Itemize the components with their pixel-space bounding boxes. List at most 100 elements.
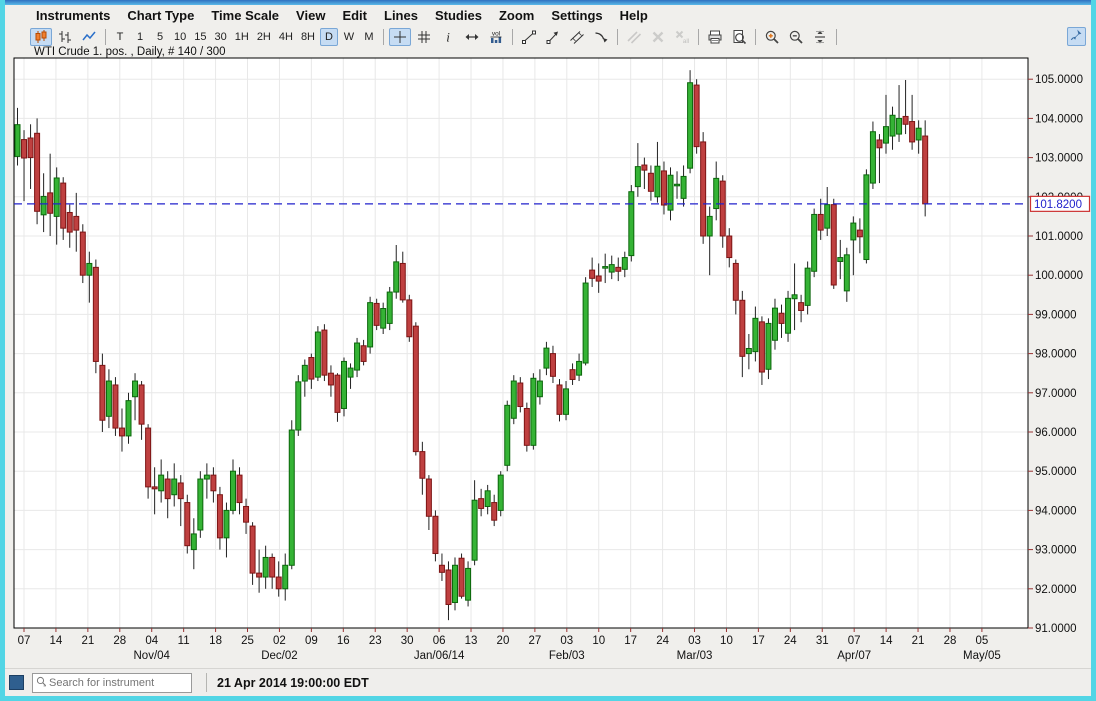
candle-up (864, 175, 869, 260)
date-axis-label: 17 (624, 635, 637, 647)
pin-window-button[interactable] (1067, 27, 1086, 46)
volume-button[interactable]: vol (485, 28, 507, 46)
crosshair-button[interactable] (389, 28, 411, 46)
info-button[interactable]: i (437, 28, 459, 46)
candlestick-chart-button[interactable] (30, 28, 52, 46)
menu-item-chart-type[interactable]: Chart Type (127, 8, 194, 23)
candle-down (250, 526, 255, 573)
tf-15min-button[interactable]: 15 (191, 28, 209, 46)
tf-4hour-button[interactable]: 4H (276, 28, 296, 46)
line-chart-button[interactable] (78, 28, 100, 46)
ohlc-bars-chart-button[interactable] (54, 28, 76, 46)
tf-1min-button[interactable]: 1 (131, 28, 149, 46)
date-axis-label: 31 (816, 635, 829, 647)
candle-up (87, 263, 92, 275)
candle-down (492, 503, 497, 521)
candle-down (459, 558, 464, 596)
tf-daily-button[interactable]: D (320, 28, 338, 46)
window-left-border (0, 0, 5, 701)
candle-up (204, 475, 209, 479)
print-button[interactable] (704, 28, 726, 46)
date-axis-label: 07 (848, 635, 861, 647)
candle-up (537, 381, 542, 397)
candle-down (426, 479, 431, 516)
ohlc-bars-chart-icon (57, 29, 73, 45)
tf-30min-button[interactable]: 30 (212, 28, 230, 46)
candle-down (524, 408, 529, 445)
price-axis[interactable]: 105.0000104.0000103.0000102.0000101.0000… (1028, 74, 1083, 635)
candle-up (531, 378, 536, 445)
candle-up (224, 510, 229, 537)
candle-up (159, 475, 164, 491)
candle-up (505, 405, 510, 465)
delete-all-lines-icon: all (674, 29, 690, 45)
draw-ray-button[interactable] (542, 28, 564, 46)
candle-up (825, 205, 830, 229)
candle-up (772, 308, 777, 340)
tf-8hour-button[interactable]: 8H (298, 28, 318, 46)
delete-line-button[interactable] (647, 28, 669, 46)
tf-monthly-button[interactable]: M (360, 28, 378, 46)
candle-up (629, 192, 634, 256)
time-axis[interactable]: 0714212804111825020916233006132027031017… (18, 628, 1001, 662)
menu-item-studies[interactable]: Studies (435, 8, 482, 23)
crosshair-icon (392, 29, 408, 45)
search-input[interactable] (47, 676, 188, 690)
candle-down (152, 487, 157, 489)
svg-text:i: i (446, 29, 450, 44)
candle-down (413, 326, 418, 451)
price-chart[interactable]: 105.0000104.0000103.0000102.0000101.0000… (0, 0, 1096, 701)
price-axis-label: 104.0000 (1035, 113, 1083, 125)
candle-down (139, 385, 144, 424)
menu-item-view[interactable]: View (296, 8, 325, 23)
print-preview-button[interactable] (728, 28, 750, 46)
date-axis-label: 13 (465, 635, 478, 647)
menu-bar: Instruments Chart Type Time Scale View Edit L… (5, 5, 1091, 26)
fit-vertical-button[interactable] (809, 28, 831, 46)
candle-up (675, 184, 680, 186)
tf-10min-button[interactable]: 10 (171, 28, 189, 46)
candle-up (348, 368, 353, 377)
menu-item-edit[interactable]: Edit (342, 8, 367, 23)
delete-all-lines-button[interactable]: all (671, 28, 693, 46)
draw-arrow-button[interactable] (590, 28, 612, 46)
candle-down (661, 171, 666, 205)
draw-channel-button[interactable] (566, 28, 588, 46)
date-axis-label: 25 (241, 635, 254, 647)
delete-line-icon (650, 29, 666, 45)
menu-item-settings[interactable]: Settings (551, 8, 602, 23)
month-axis-label: Nov/04 (134, 650, 171, 662)
menu-item-help[interactable]: Help (620, 8, 648, 23)
horizontal-scroll-button[interactable] (461, 28, 483, 46)
menu-item-time-scale[interactable]: Time Scale (211, 8, 279, 23)
tf-weekly-button[interactable]: W (340, 28, 358, 46)
candle-down (799, 303, 804, 311)
candle-up (172, 479, 177, 495)
last-price-label: 101.8200 (1031, 196, 1090, 211)
parallel-lines-button[interactable] (623, 28, 645, 46)
grid-toggle-button[interactable] (413, 28, 435, 46)
tf-5min-button[interactable]: 5 (151, 28, 169, 46)
candle-up (381, 309, 386, 329)
menu-item-zoom[interactable]: Zoom (499, 8, 534, 23)
instrument-search[interactable] (32, 673, 192, 693)
zoom-in-button[interactable] (761, 28, 783, 46)
tf-1hour-button[interactable]: 1H (232, 28, 252, 46)
tf-tick-button[interactable]: T (111, 28, 129, 46)
candle-down (328, 373, 333, 385)
price-axis-label: 101.0000 (1035, 231, 1083, 243)
date-axis-label: 28 (944, 635, 957, 647)
candle-up (792, 295, 797, 299)
candle-up (289, 430, 294, 565)
menu-item-lines[interactable]: Lines (384, 8, 418, 23)
candle-down (48, 193, 53, 213)
menu-item-instruments[interactable]: Instruments (36, 8, 110, 23)
candle-down (361, 346, 366, 362)
zoom-out-button[interactable] (785, 28, 807, 46)
tf-2hour-button[interactable]: 2H (254, 28, 274, 46)
pin-icon (1070, 28, 1083, 46)
candle-down (67, 212, 72, 232)
candle-down (720, 181, 725, 236)
draw-trendline-button[interactable] (518, 28, 540, 46)
month-axis-label: Dec/02 (261, 650, 297, 662)
